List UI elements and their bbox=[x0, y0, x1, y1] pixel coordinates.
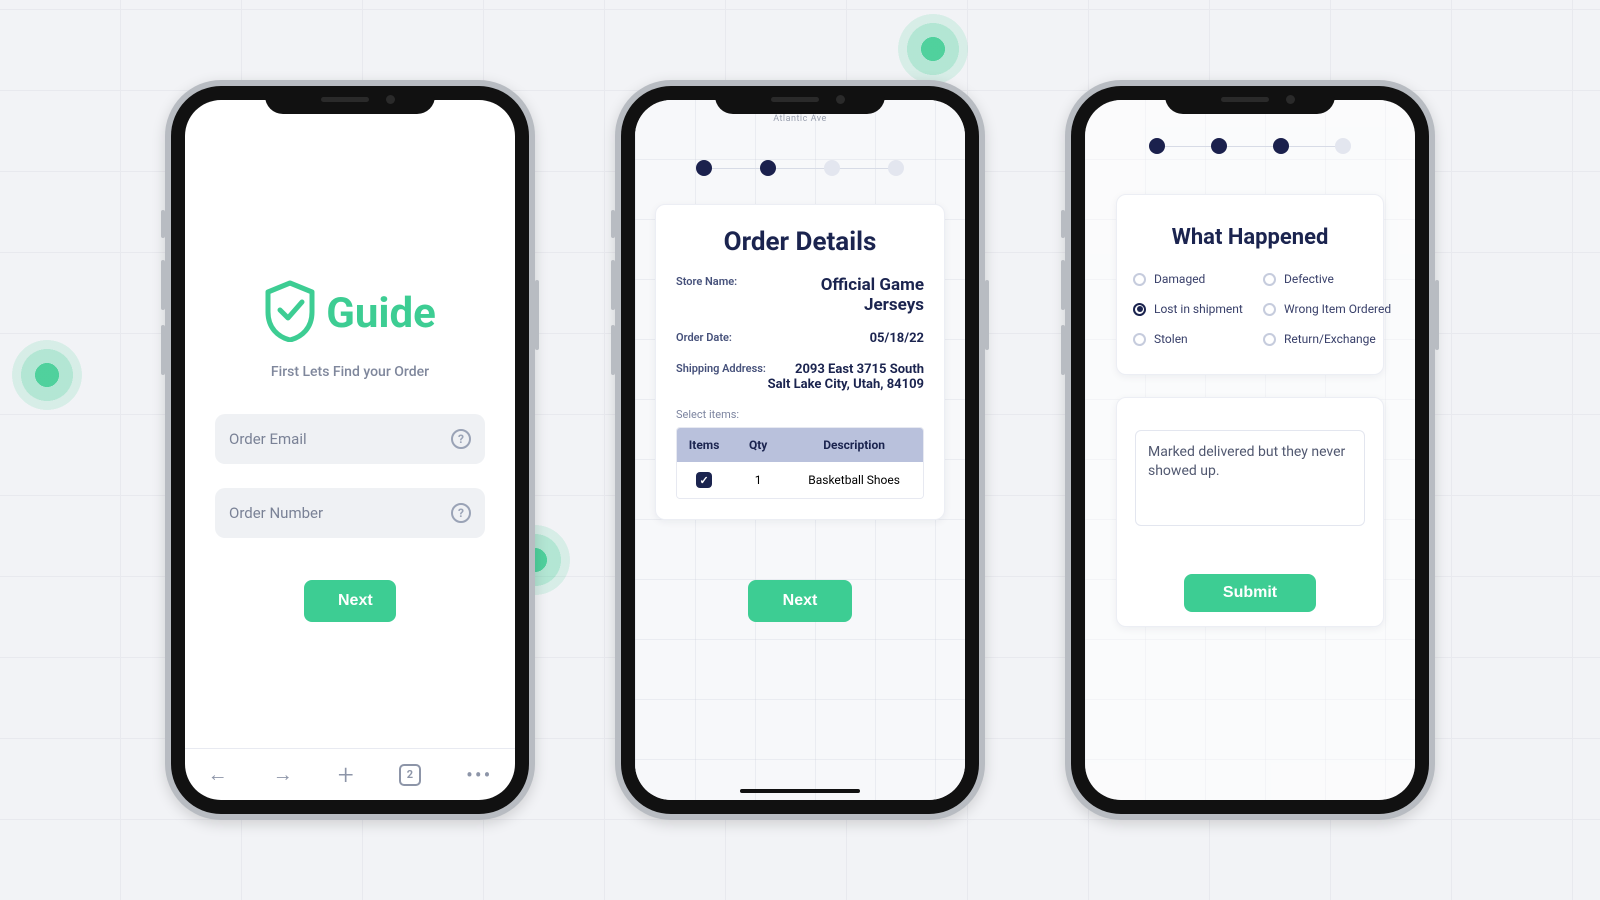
mute-switch bbox=[611, 210, 615, 238]
note-textarea[interactable]: Marked delivered but they never showed u… bbox=[1135, 430, 1365, 526]
reason-option[interactable]: Damaged bbox=[1133, 272, 1263, 286]
reason-option[interactable]: Defective bbox=[1263, 272, 1393, 286]
mute-switch bbox=[161, 210, 165, 238]
step-dot bbox=[696, 160, 712, 176]
reason-option[interactable]: Wrong Item Ordered bbox=[1263, 302, 1393, 316]
column-items: Items bbox=[677, 428, 731, 462]
order-details-card: Order Details Store Name: Official Game … bbox=[655, 204, 945, 520]
table-row: ✓ 1 Basketball Shoes bbox=[677, 462, 923, 498]
store-name-label: Store Name: bbox=[676, 275, 737, 288]
help-icon[interactable]: ? bbox=[451, 503, 471, 523]
volume-down bbox=[161, 325, 165, 375]
progress-stepper bbox=[696, 160, 904, 176]
order-date-value: 05/18/22 bbox=[870, 331, 924, 346]
radio-icon[interactable] bbox=[1263, 303, 1276, 316]
what-happened-title: What Happened bbox=[1133, 225, 1367, 250]
reason-label: Wrong Item Ordered bbox=[1284, 302, 1391, 316]
volume-down bbox=[1061, 325, 1065, 375]
brand-name: Guide bbox=[326, 289, 436, 338]
three-phone-stage: Guide First Lets Find your Order Order E… bbox=[0, 0, 1600, 900]
volume-up bbox=[161, 260, 165, 310]
forward-icon[interactable]: → bbox=[273, 762, 293, 787]
phone-notch bbox=[1165, 86, 1335, 114]
row-desc: Basketball Shoes bbox=[785, 463, 923, 497]
reason-label: Damaged bbox=[1154, 272, 1205, 286]
order-email-input[interactable]: Order Email ? bbox=[215, 414, 485, 464]
reason-label: Lost in shipment bbox=[1154, 302, 1243, 316]
volume-up bbox=[611, 260, 615, 310]
step-dot bbox=[760, 160, 776, 176]
radio-icon[interactable] bbox=[1263, 333, 1276, 346]
what-happened-card: What Happened Damaged Defective Lost in sh… bbox=[1116, 194, 1384, 375]
radio-icon[interactable] bbox=[1133, 303, 1146, 316]
order-number-placeholder: Order Number bbox=[229, 504, 323, 522]
shipping-address-value: 2093 East 3715 South Salt Lake City, Uta… bbox=[768, 362, 924, 392]
phone-notch bbox=[715, 86, 885, 114]
power-button bbox=[985, 280, 989, 350]
home-indicator bbox=[740, 789, 860, 793]
step-dot bbox=[824, 160, 840, 176]
screen1-subtitle: First Lets Find your Order bbox=[271, 364, 429, 380]
plus-icon[interactable]: + bbox=[338, 758, 354, 791]
brand-header: Guide bbox=[264, 280, 436, 346]
reason-label: Stolen bbox=[1154, 332, 1188, 346]
power-button bbox=[1435, 280, 1439, 350]
screen1-content: Guide First Lets Find your Order Order E… bbox=[185, 100, 515, 800]
volume-down bbox=[611, 325, 615, 375]
next-button[interactable]: Next bbox=[748, 580, 852, 622]
next-button[interactable]: Next bbox=[304, 580, 396, 622]
help-icon[interactable]: ? bbox=[451, 429, 471, 449]
phone-frame-3: What Happened Damaged Defective Lost in sh… bbox=[1065, 80, 1435, 820]
power-button bbox=[535, 280, 539, 350]
progress-stepper bbox=[1149, 138, 1351, 154]
step-dot bbox=[1335, 138, 1351, 154]
step-dot bbox=[888, 160, 904, 176]
phone-notch bbox=[265, 86, 435, 114]
step-dot bbox=[1149, 138, 1165, 154]
step-dot bbox=[1273, 138, 1289, 154]
reason-label: Return/Exchange bbox=[1284, 332, 1376, 346]
note-card: Marked delivered but they never showed u… bbox=[1116, 397, 1384, 627]
reason-option[interactable]: Return/Exchange bbox=[1263, 332, 1393, 346]
screen2-content: Order Details Store Name: Official Game … bbox=[635, 100, 965, 800]
order-date-label: Order Date: bbox=[676, 331, 732, 344]
mute-switch bbox=[1061, 210, 1065, 238]
browser-bottom-bar: ← → + 2 ••• bbox=[185, 748, 515, 800]
row-qty: 1 bbox=[731, 463, 785, 497]
items-table: Items Qty Description ✓ 1 Basketball Sho… bbox=[676, 427, 924, 499]
step-dot bbox=[1211, 138, 1227, 154]
select-items-label: Select items: bbox=[676, 408, 924, 421]
reason-option[interactable]: Lost in shipment bbox=[1133, 302, 1263, 316]
radio-icon[interactable] bbox=[1133, 273, 1146, 286]
column-qty: Qty bbox=[731, 428, 785, 462]
store-name-value: Official Game Jerseys bbox=[759, 275, 924, 315]
back-icon[interactable]: ← bbox=[208, 762, 228, 787]
radio-icon[interactable] bbox=[1263, 273, 1276, 286]
phone-frame-1: Guide First Lets Find your Order Order E… bbox=[165, 80, 535, 820]
tabs-icon[interactable]: 2 bbox=[399, 764, 421, 786]
reason-label: Defective bbox=[1284, 272, 1334, 286]
radio-icon[interactable] bbox=[1133, 333, 1146, 346]
row-checkbox[interactable]: ✓ bbox=[696, 472, 712, 488]
order-number-input[interactable]: Order Number ? bbox=[215, 488, 485, 538]
submit-button[interactable]: Submit bbox=[1184, 574, 1316, 612]
phone-frame-2: Atlantic Ave Order Details Store Name: O… bbox=[615, 80, 985, 820]
more-icon[interactable]: ••• bbox=[466, 763, 492, 787]
shield-icon bbox=[264, 280, 316, 346]
reason-options: Damaged Defective Lost in shipment Wrong It… bbox=[1133, 272, 1393, 346]
volume-up bbox=[1061, 260, 1065, 310]
order-email-placeholder: Order Email bbox=[229, 430, 307, 448]
column-desc: Description bbox=[785, 428, 923, 462]
reason-option[interactable]: Stolen bbox=[1133, 332, 1263, 346]
shipping-address-label: Shipping Address: bbox=[676, 362, 766, 375]
screen3-content: What Happened Damaged Defective Lost in sh… bbox=[1085, 100, 1415, 800]
order-details-title: Order Details bbox=[676, 227, 924, 257]
